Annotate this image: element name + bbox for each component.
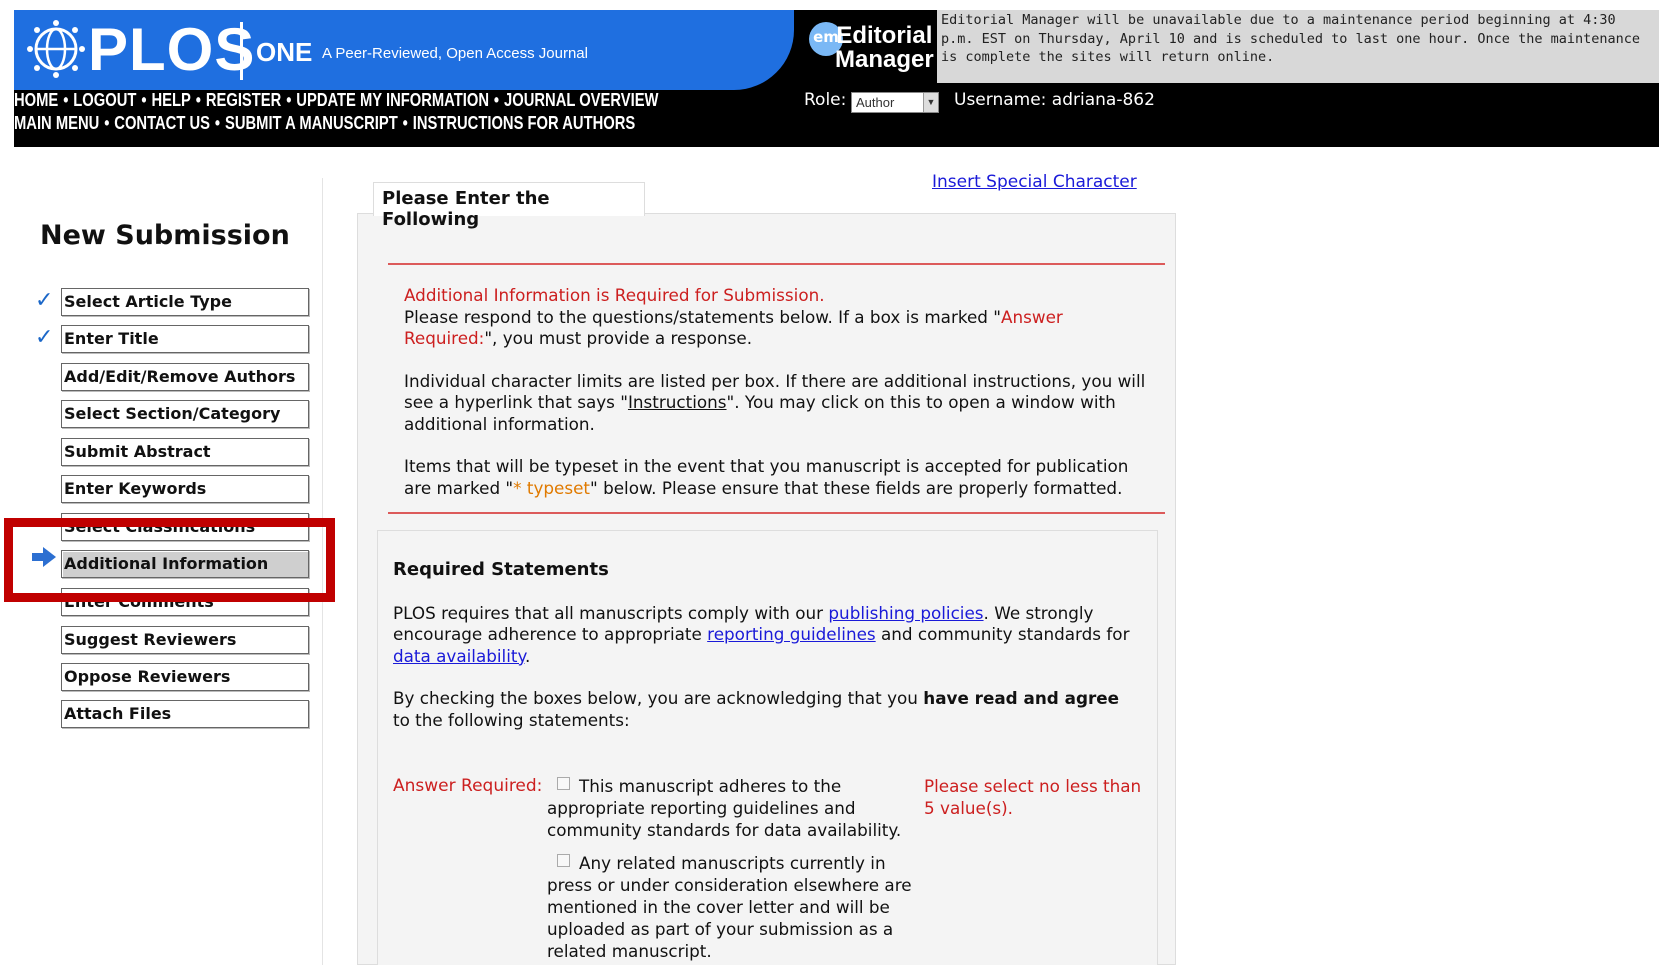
em-wordmark: Editorial Manager [835,24,934,72]
journal-name: ONE [256,37,313,67]
checkbox-label: Any related manuscripts currently in pre… [547,853,912,961]
section-heading: Required Statements [393,559,609,580]
nav-row-1: HOME • LOGOUT • HELP • REGISTER • UPDATE MY INFO… [14,90,659,110]
nav-submit-manuscript[interactable]: SUBMIT A MANUSCRIPT [225,113,398,133]
nav-help[interactable]: HELP [151,90,190,110]
checkbox-reporting-guidelines[interactable] [557,777,570,790]
nav-main-menu[interactable]: MAIN MENU [14,113,99,133]
checkbox-related-manuscripts[interactable] [557,854,570,867]
statement-text: and community standards for [875,624,1130,644]
dropdown-arrow-icon[interactable]: ▼ [923,93,938,112]
role-value: Author [856,95,895,110]
requirements-notice: Additional Information is Required for S… [388,263,1165,514]
reporting-guidelines-link[interactable]: reporting guidelines [707,624,876,644]
step-enter-keywords[interactable]: Enter Keywords [61,475,309,503]
statement-text: By checking the boxes below, you are ack… [393,688,924,708]
maintenance-notice: Editorial Manager will be unavailable du… [937,10,1659,83]
step-enter-title[interactable]: Enter Title [61,325,309,353]
step-select-article-type[interactable]: Select Article Type [61,288,309,316]
role-label: Role: [804,90,847,110]
logo-divider [240,22,243,80]
notice-text: ", you must provide a response. [484,328,753,348]
em-line-2: Manager [835,46,934,73]
checkbox-label: This manuscript adheres to the appropria… [547,776,902,840]
nav-row-2: MAIN MENU • CONTACT US • SUBMIT A MANUSCRIPT… [14,113,636,133]
checkmark-icon: ✓ [35,288,54,313]
site-header: PLOS ONE A Peer-Reviewed, Open Access Jo… [14,10,1659,147]
instructions-word: Instructions [627,392,727,412]
statement-emphasis: have read and agree [923,688,1120,708]
nav-register[interactable]: REGISTER [206,90,281,110]
nav-update-info[interactable]: UPDATE MY INFORMATION [296,90,489,110]
step-oppose-reviewers[interactable]: Oppose Reviewers [61,663,309,691]
form-tab-title: Please Enter the Following [373,182,645,230]
step-add-edit-remove-authors[interactable]: Add/Edit/Remove Authors [61,363,309,391]
plos-logo[interactable]: PLOS [88,20,255,80]
notice-text: Please respond to the questions/statemen… [404,306,1002,327]
step-select-section-category[interactable]: Select Section/Category [61,400,309,428]
sidebar-title: New Submission [40,220,290,251]
statement-text: PLOS requires that all manuscripts compl… [393,602,829,623]
nav-logout[interactable]: LOGOUT [73,90,136,110]
data-availability-link[interactable]: data availability [393,646,525,666]
step-attach-files[interactable]: Attach Files [61,700,309,728]
required-heading: Additional Information is Required for S… [404,285,825,305]
statement-checkbox-item: Any related manuscripts currently in pre… [547,852,917,962]
username-display: Username: adriana-862 [954,90,1155,110]
nav-instructions-authors[interactable]: INSTRUCTIONS FOR AUTHORS [413,113,635,133]
insert-special-character-link[interactable]: Insert Special Character [932,172,1137,192]
plos-globe-icon [27,20,85,78]
em-line-1: Editorial [836,22,933,49]
statement-checkbox-item: This manuscript adheres to the appropria… [547,775,917,841]
journal-tagline: A Peer-Reviewed, Open Access Journal [322,45,588,62]
notice-text: " below. Please ensure that these fields… [590,477,1123,498]
role-select[interactable]: Author ▼ [851,92,939,113]
nav-home[interactable]: HOME [14,90,58,110]
statement-text: to the following statements: [393,709,630,730]
checkmark-icon: ✓ [35,325,54,350]
statement-text: . [525,645,531,666]
publishing-policies-link[interactable]: publishing policies [828,603,983,623]
validation-message: Please select no less than 5 value(s). [924,776,1142,818]
nav-contact-us[interactable]: CONTACT US [114,113,210,133]
highlight-annotation [4,518,335,602]
typeset-marker: * typeset [513,477,591,498]
step-submit-abstract[interactable]: Submit Abstract [61,438,309,466]
nav-journal-overview[interactable]: JOURNAL OVERVIEW [504,90,658,110]
step-suggest-reviewers[interactable]: Suggest Reviewers [61,626,309,654]
answer-required-label: Answer Required: [393,776,543,796]
editorial-manager-logo: em Editorial Manager [809,18,949,84]
